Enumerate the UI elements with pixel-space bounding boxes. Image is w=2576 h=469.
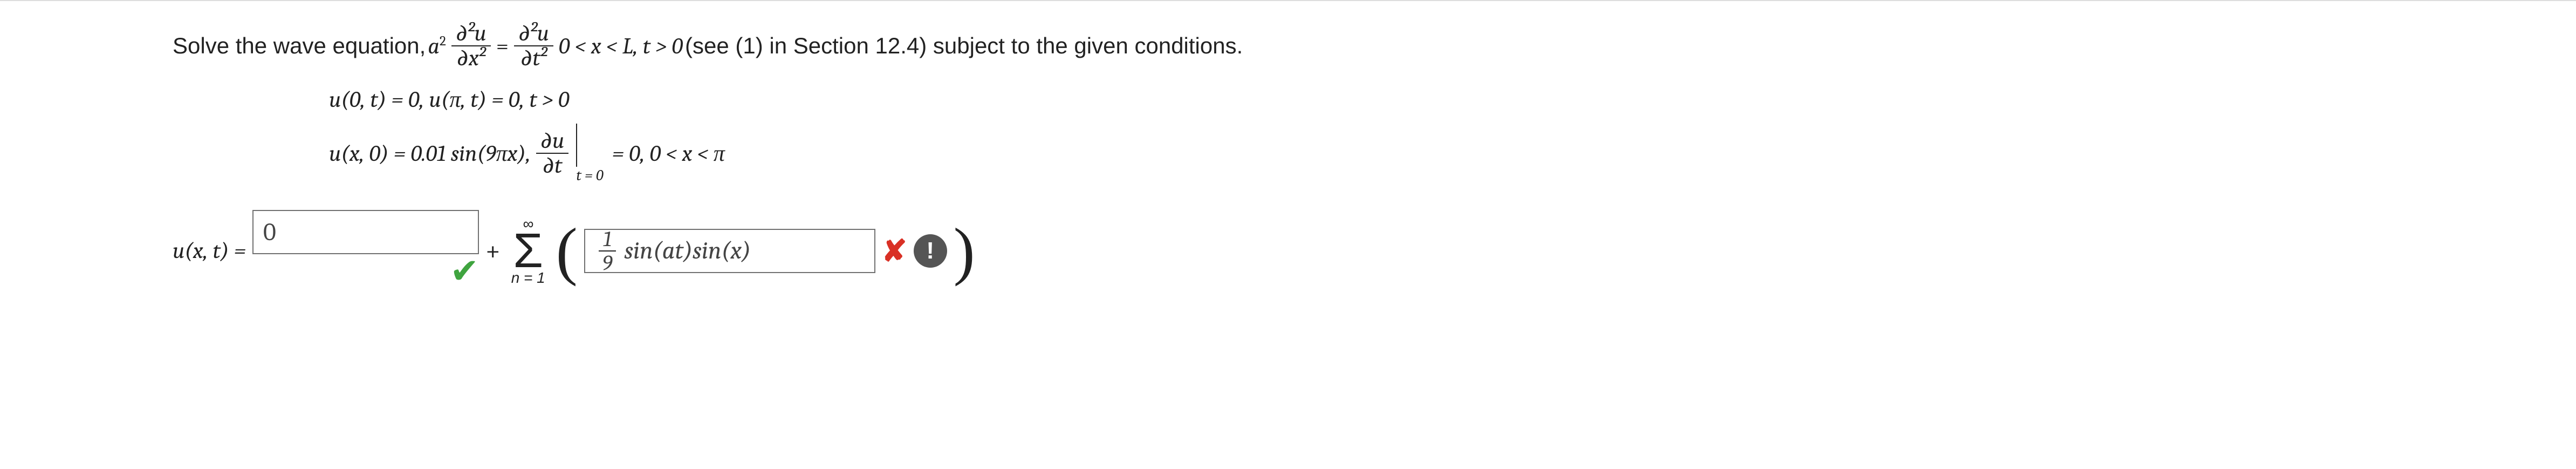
bc-text: = 0, 0 < x < π (612, 140, 725, 167)
equals: = (496, 33, 509, 59)
sigma: ∞ Σ n = 1 (511, 216, 545, 286)
bc-text: u(0, t) = 0, u(π, t) = 0, t > 0 (329, 86, 570, 113)
du-dt-fraction: ∂u ∂t (536, 129, 569, 178)
coef: a2 (428, 33, 446, 59)
boundary-conditions-2: u(x, 0) = 0.01 sin(9πx), ∂u ∂t t = 0 = 0… (329, 124, 2533, 183)
bc-text: u(x, 0) = 0.01 sin(9πx), (329, 140, 531, 167)
text: Solve the wave equation, (173, 33, 426, 59)
answer-row: u(x, t) = 0 ✔ + ∞ Σ n = 1 ( 1 9 sin(at)s… (173, 210, 2533, 291)
evaluated-at: t = 0 (576, 124, 603, 183)
problem-statement: Solve the wave equation, a2 ∂²u ∂x² = ∂²… (173, 22, 2533, 70)
lhs-fraction: ∂²u ∂x² (451, 22, 491, 70)
answer-input-1[interactable]: 0 (252, 210, 479, 254)
answer-lhs: u(x, t) = (173, 237, 246, 264)
check-icon: ✔ (450, 251, 479, 291)
text: (see (1) in Section 12.4) subject to the… (685, 33, 1243, 59)
answer-input-2[interactable]: 1 9 sin(at)sin(x) (584, 229, 875, 273)
domain: 0 < x < L, t > 0 (559, 33, 683, 59)
x-icon: ✘ (882, 233, 907, 269)
boundary-conditions-1: u(0, t) = 0, u(π, t) = 0, t > 0 (329, 86, 2533, 113)
rhs-fraction: ∂²u ∂t² (514, 22, 553, 70)
left-paren: ( (556, 225, 578, 277)
alert-icon[interactable]: ! (914, 234, 947, 268)
right-paren: ) (954, 225, 975, 277)
plus: + (485, 235, 501, 267)
